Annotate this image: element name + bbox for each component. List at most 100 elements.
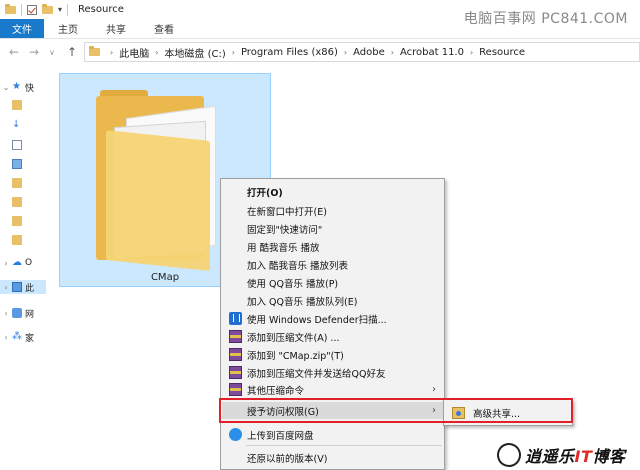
watermark-prefix: 逍遥乐 [525,447,575,466]
this-pc-icon [12,282,22,292]
homegroup-icon: ⁂ [12,331,22,342]
nav-item-downloads[interactable]: ↓ [0,118,46,132]
highlight-box [219,398,573,423]
chevron-right-icon[interactable]: › [110,48,113,57]
folder-icon[interactable] [96,90,226,271]
chevron-right-icon[interactable]: › [470,48,473,57]
menu-item-label: 加入 酷我音乐 播放列表 [247,260,349,272]
customize-toolbar-icon[interactable]: ▾ [58,5,62,14]
expand-chevron-icon[interactable]: › [0,333,12,342]
watermark-text: 逍遥乐IT博客 [525,443,625,467]
document-icon [12,140,22,150]
star-icon: ★ [12,81,21,92]
menu-item-label: 用 酷我音乐 播放 [247,242,320,254]
download-icon: ↓ [12,119,21,130]
menu-item-add-archive-send-qq[interactable]: 添加到压缩文件并发送给QQ好友 [222,364,444,381]
nav-item-label: 快 [25,83,35,94]
forward-arrow-icon[interactable]: → [26,45,42,59]
properties-icon[interactable] [27,4,37,15]
quick-access-toolbar: ▾ [5,3,69,16]
new-folder-icon[interactable] [42,3,53,14]
expand-chevron-icon[interactable]: › [0,309,12,318]
watermark-pc841: 电脑百事网 PC841.COM [463,11,628,27]
menu-item-label: 其他压缩命令 [247,385,305,397]
breadcrumb-local-disk[interactable]: 本地磁盘 (C:) [164,45,225,60]
tab-share[interactable]: 共享 [92,19,140,38]
folder-icon [89,46,100,56]
nav-item-homegroup[interactable]: › ⁂ 家 [0,330,46,344]
chevron-right-icon[interactable]: › [344,48,347,57]
menu-item-label: 上传到百度网盘 [247,430,314,442]
nav-item-label: 家 [25,333,35,344]
nav-item-network[interactable]: › 网 [0,306,46,320]
menu-item-open[interactable]: 打开(O) [222,183,444,200]
menu-item-label: 使用 Windows Defender扫描... [247,314,387,326]
expand-chevron-icon[interactable]: › [0,283,12,292]
menu-item-open-new-window[interactable]: 在新窗口中打开(E) [222,202,444,219]
menu-item-defender-scan[interactable]: 使用 Windows Defender扫描... [222,310,444,327]
tab-view[interactable]: 查看 [140,19,188,38]
folder-icon [12,235,22,245]
breadcrumb-this-pc[interactable]: 此电脑 [119,45,149,60]
menu-item-qqmusic-play[interactable]: 使用 QQ音乐 播放(P) [222,274,444,291]
menu-item-label: 固定到"快速访问" [247,224,323,236]
menu-item-label: 添加到压缩文件(A) ... [247,332,340,344]
menu-item-label: 还原以前的版本(V) [247,453,328,465]
submenu-arrow-icon: › [432,384,436,395]
picture-icon [12,159,22,169]
winrar-icon [229,383,242,396]
back-arrow-icon[interactable]: ← [6,45,22,59]
watermark-suffix: 博客 [592,447,626,466]
menu-item-restore-versions[interactable]: 还原以前的版本(V) [222,449,444,466]
chevron-right-icon[interactable]: › [155,48,158,57]
menu-item-label: 打开(O) [247,187,283,199]
breadcrumb-resource[interactable]: Resource [479,47,525,58]
winrar-icon [229,330,242,343]
nav-item-pictures[interactable] [0,157,46,171]
onedrive-icon: ☁ [12,257,22,268]
menu-item-add-archive[interactable]: 添加到压缩文件(A) ... [222,328,444,345]
toolbar-divider [21,3,22,16]
blog-logo-icon [494,440,524,470]
chevron-right-icon[interactable]: › [232,48,235,57]
folder-icon[interactable] [5,3,16,14]
menu-item-upload-baidu[interactable]: 上传到百度网盘 [222,426,444,443]
collapse-chevron-icon[interactable]: ⌄ [0,83,12,92]
folder-icon [12,178,22,188]
nav-item-onedrive[interactable]: › ☁ O [0,256,46,270]
winrar-icon [229,366,242,379]
nav-item-documents[interactable] [0,138,46,152]
menu-item-add-zip[interactable]: 添加到 "CMap.zip"(T) [222,346,444,363]
nav-item-quick-access[interactable]: ⌄ ★ 快 [0,80,46,94]
menu-item-label: 加入 QQ音乐 播放队列(E) [247,296,358,308]
context-menu: 打开(O) 在新窗口中打开(E) 固定到"快速访问" 用 酷我音乐 播放 加入 … [220,178,445,470]
breadcrumb-acrobat[interactable]: Acrobat 11.0 [400,47,464,58]
nav-item-folder[interactable] [0,233,46,247]
menu-item-label: 使用 QQ音乐 播放(P) [247,278,339,290]
recent-locations-icon[interactable]: ∨ [44,48,60,57]
menu-item-kuwo-playlist[interactable]: 加入 酷我音乐 播放列表 [222,256,444,273]
nav-item-folder[interactable] [0,214,46,228]
address-bar[interactable]: › 此电脑 › 本地磁盘 (C:) › Program Files (x86) … [84,42,640,62]
menu-item-other-compress[interactable]: 其他压缩命令 › [222,381,444,398]
menu-item-pin-quick-access[interactable]: 固定到"快速访问" [222,220,444,237]
menu-item-kuwo-play[interactable]: 用 酷我音乐 播放 [222,238,444,255]
watermark-it: IT [574,447,593,466]
watermark-blog: 逍遥乐IT博客 [494,440,640,470]
navigation-pane: ⌄ ★ 快 ↓ › ☁ O › 此 › 网 › ⁂ 家 [0,70,46,470]
nav-item-folder[interactable] [0,195,46,209]
expand-chevron-icon[interactable]: › [0,259,12,268]
menu-divider [246,445,442,446]
breadcrumb-program-files[interactable]: Program Files (x86) [241,47,338,58]
tab-home[interactable]: 主页 [44,19,92,38]
breadcrumb-adobe[interactable]: Adobe [353,47,385,58]
folder-icon [12,216,22,226]
chevron-right-icon[interactable]: › [391,48,394,57]
nav-item-folder[interactable] [0,176,46,190]
navigation-bar: ← → ∨ ↑ › 此电脑 › 本地磁盘 (C:) › Program File… [0,39,640,65]
menu-item-qqmusic-queue[interactable]: 加入 QQ音乐 播放队列(E) [222,292,444,309]
nav-item-pinned[interactable] [0,98,46,112]
tab-file[interactable]: 文件 [0,19,44,38]
nav-item-this-pc[interactable]: › 此 [0,280,46,294]
up-arrow-icon[interactable]: ↑ [64,45,80,59]
